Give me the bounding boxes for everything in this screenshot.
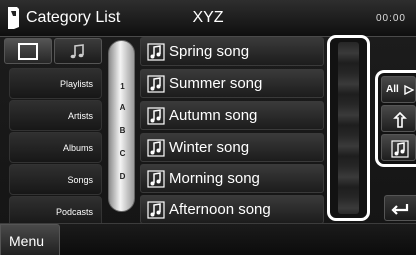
up-folder-button[interactable]	[381, 105, 416, 132]
music-note-icon	[147, 170, 165, 188]
index-letter[interactable]: B	[109, 126, 136, 135]
bottom-bar: Menu	[0, 223, 416, 255]
source-name: XYZ	[192, 9, 224, 26]
category-songs[interactable]: Songs	[9, 164, 102, 195]
song-item[interactable]: Spring song	[140, 37, 324, 66]
music-note-icon	[70, 44, 84, 59]
song-title: Autumn song	[169, 107, 258, 124]
music-note-icon	[147, 43, 165, 61]
index-letter[interactable]: C	[109, 149, 136, 158]
menu-button[interactable]: Menu	[0, 224, 60, 255]
category-label: Artists	[67, 111, 93, 121]
function-button-group: All	[375, 70, 416, 167]
header-bar: Category List XYZ 00:00	[0, 0, 416, 37]
music-note-icon	[147, 201, 165, 219]
screen: Category List XYZ 00:00 Playlists Artist…	[0, 0, 416, 255]
alphabet-index[interactable]: 1 A B C D	[108, 40, 135, 212]
clock: 00:00	[375, 13, 406, 24]
song-item[interactable]: Winter song	[140, 133, 324, 162]
return-button[interactable]	[384, 195, 416, 221]
index-letter[interactable]: A	[109, 103, 136, 112]
category-label: Albums	[62, 143, 93, 153]
play-all-button[interactable]: All	[381, 76, 416, 103]
menu-label: Menu	[9, 233, 45, 249]
category-label: Podcasts	[55, 207, 93, 217]
category-label: Songs	[67, 175, 93, 185]
return-icon	[391, 204, 409, 215]
scroll-track[interactable]	[338, 42, 359, 214]
music-note-icon	[147, 139, 165, 157]
category-playlists[interactable]: Playlists	[9, 68, 102, 99]
category-albums[interactable]: Albums	[9, 132, 102, 163]
play-arrow-icon	[404, 85, 414, 95]
index-letter[interactable]: 1	[109, 82, 136, 91]
song-item[interactable]: Afternoon song	[140, 195, 324, 224]
list-view-icon	[18, 43, 38, 60]
song-title: Spring song	[169, 43, 250, 60]
current-track-button[interactable]	[381, 134, 416, 161]
song-item[interactable]: Summer song	[140, 69, 324, 98]
music-note-icon	[147, 107, 165, 125]
tab-list-view[interactable]	[4, 38, 52, 64]
song-title: Afternoon song	[169, 201, 271, 218]
index-letter[interactable]: D	[109, 172, 136, 181]
play-all-label: All	[386, 84, 399, 95]
song-title: Summer song	[169, 75, 263, 92]
current-track-icon	[391, 140, 409, 158]
song-title: Winter song	[169, 139, 250, 156]
category-artists[interactable]: Artists	[9, 100, 102, 131]
tab-music[interactable]	[54, 38, 102, 64]
scroll-area[interactable]	[327, 35, 370, 221]
up-folder-icon	[393, 111, 407, 128]
song-item[interactable]: Morning song	[140, 164, 324, 193]
song-item[interactable]: Autumn song	[140, 101, 324, 130]
song-title: Morning song	[169, 170, 260, 187]
music-note-icon	[147, 75, 165, 93]
category-label: Playlists	[59, 79, 93, 89]
